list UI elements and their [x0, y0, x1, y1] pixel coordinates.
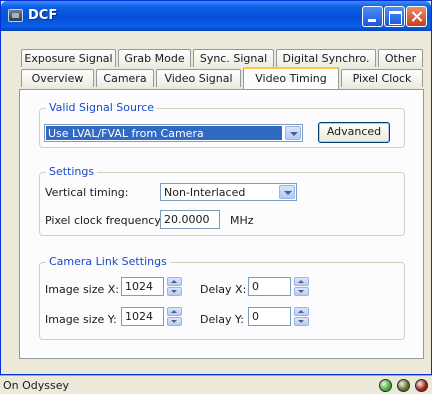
vertical-timing-label: Vertical timing:	[45, 186, 129, 199]
spin-up-icon[interactable]	[294, 277, 309, 286]
tab-sync-signal[interactable]: Sync. Signal	[193, 49, 274, 67]
title-bar[interactable]: DCF	[1, 1, 431, 31]
status-led-olive-icon	[397, 379, 410, 392]
tab-overview[interactable]: Overview	[21, 69, 94, 87]
delay-y-input[interactable]: 0	[248, 307, 291, 326]
delay-y-spinner[interactable]	[294, 307, 309, 326]
signal-source-value: Use LVAL/FVAL from Camera	[48, 127, 204, 140]
image-size-y-label: Image size Y:	[45, 313, 117, 326]
pixel-clock-unit: MHz	[230, 214, 254, 227]
delay-x-label: Delay X:	[200, 283, 247, 296]
image-size-x-spinner[interactable]	[167, 277, 182, 296]
spin-down-icon[interactable]	[294, 287, 309, 296]
spin-up-icon[interactable]	[167, 277, 182, 286]
image-size-y-input[interactable]: 1024	[121, 307, 164, 326]
close-button[interactable]	[406, 6, 427, 27]
image-size-x-input[interactable]: 1024	[121, 277, 164, 296]
spin-up-icon[interactable]	[167, 307, 182, 316]
video-timing-panel: Valid Signal Source Use LVAL/FVAL from C…	[19, 89, 424, 359]
tab-other[interactable]: Other	[378, 49, 423, 67]
delay-y-label: Delay Y:	[200, 313, 245, 326]
dcf-window: DCF Exposure Signal Grab Mode Sync. Sign…	[0, 0, 432, 375]
delay-x-spinner[interactable]	[294, 277, 309, 296]
delay-x-input[interactable]: 0	[248, 277, 291, 296]
tab-camera[interactable]: Camera	[96, 69, 154, 87]
vertical-timing-dropdown[interactable]: Non-Interlaced	[160, 183, 297, 201]
spin-up-icon[interactable]	[294, 307, 309, 316]
spin-down-icon[interactable]	[167, 287, 182, 296]
chevron-down-icon[interactable]	[279, 185, 295, 199]
pixel-clock-label: Pixel clock frequency:	[45, 214, 164, 227]
camera-link-settings-title: Camera Link Settings	[46, 255, 170, 268]
settings-title: Settings	[46, 165, 98, 178]
status-led-green-icon	[379, 379, 392, 392]
image-size-y-spinner[interactable]	[167, 307, 182, 326]
app-icon[interactable]	[8, 9, 23, 22]
image-size-x-label: Image size X:	[45, 283, 120, 296]
advanced-button[interactable]: Advanced	[318, 122, 390, 143]
valid-signal-source-title: Valid Signal Source	[46, 101, 158, 114]
status-led-red-icon	[415, 379, 428, 392]
valid-signal-source-group: Valid Signal Source Use LVAL/FVAL from C…	[39, 101, 405, 148]
tab-pixel-clock[interactable]: Pixel Clock	[341, 69, 423, 87]
tab-exposure-signal[interactable]: Exposure Signal	[21, 49, 116, 67]
spin-down-icon[interactable]	[167, 317, 182, 326]
settings-group: Settings Vertical timing: Non-Interlaced…	[39, 165, 405, 236]
minimize-button[interactable]	[362, 6, 383, 27]
tab-grab-mode[interactable]: Grab Mode	[118, 49, 191, 67]
spin-down-icon[interactable]	[294, 317, 309, 326]
signal-source-dropdown[interactable]: Use LVAL/FVAL from Camera	[44, 124, 303, 142]
chevron-down-icon[interactable]	[285, 126, 301, 140]
maximize-button[interactable]	[384, 6, 405, 27]
status-text: On Odyssey	[3, 379, 70, 392]
tab-digital-synchro[interactable]: Digital Synchro.	[276, 49, 376, 67]
tab-video-timing[interactable]: Video Timing	[243, 67, 339, 89]
status-bar: On Odyssey	[0, 375, 432, 394]
pixel-clock-input[interactable]: 20.0000	[160, 210, 220, 229]
camera-link-settings-group: Camera Link Settings Image size X: 1024 …	[39, 255, 405, 340]
window-title: DCF	[28, 8, 58, 23]
vertical-timing-value: Non-Interlaced	[164, 186, 246, 199]
tab-video-signal[interactable]: Video Signal	[156, 69, 241, 87]
